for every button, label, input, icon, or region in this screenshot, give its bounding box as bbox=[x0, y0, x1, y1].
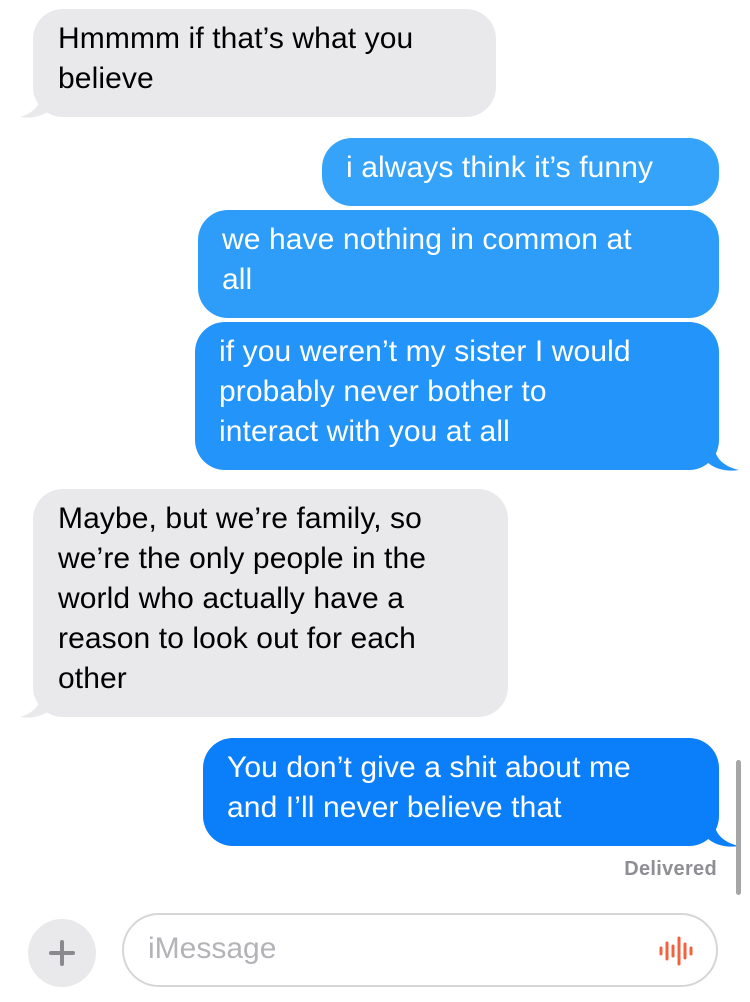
scroll-indicator[interactable] bbox=[736, 760, 741, 895]
bubble-tail-incoming bbox=[20, 690, 53, 718]
message-bubble-incoming[interactable]: Hmmmm if that’s what you believe bbox=[33, 9, 496, 117]
message-bubble-incoming[interactable]: Maybe, but we’re family, so we’re the on… bbox=[33, 489, 508, 717]
bubble-tail-outgoing bbox=[706, 443, 739, 471]
message-bubble-outgoing[interactable]: we have nothing in common at all bbox=[198, 210, 719, 318]
imessage-input[interactable]: iMessage bbox=[122, 913, 718, 987]
delivered-status: Delivered bbox=[624, 858, 717, 880]
add-attachment-button[interactable] bbox=[28, 919, 96, 987]
input-placeholder: iMessage bbox=[148, 932, 277, 965]
message-bubble-outgoing[interactable]: if you weren’t my sister I would probabl… bbox=[195, 322, 719, 470]
message-bubble-outgoing[interactable]: You don’t give a shit about me and I’ll … bbox=[203, 738, 719, 846]
bubble-tail-incoming bbox=[20, 90, 53, 118]
message-bubble-outgoing[interactable]: i always think it’s funny bbox=[322, 138, 719, 206]
waveform-icon[interactable] bbox=[658, 935, 694, 967]
